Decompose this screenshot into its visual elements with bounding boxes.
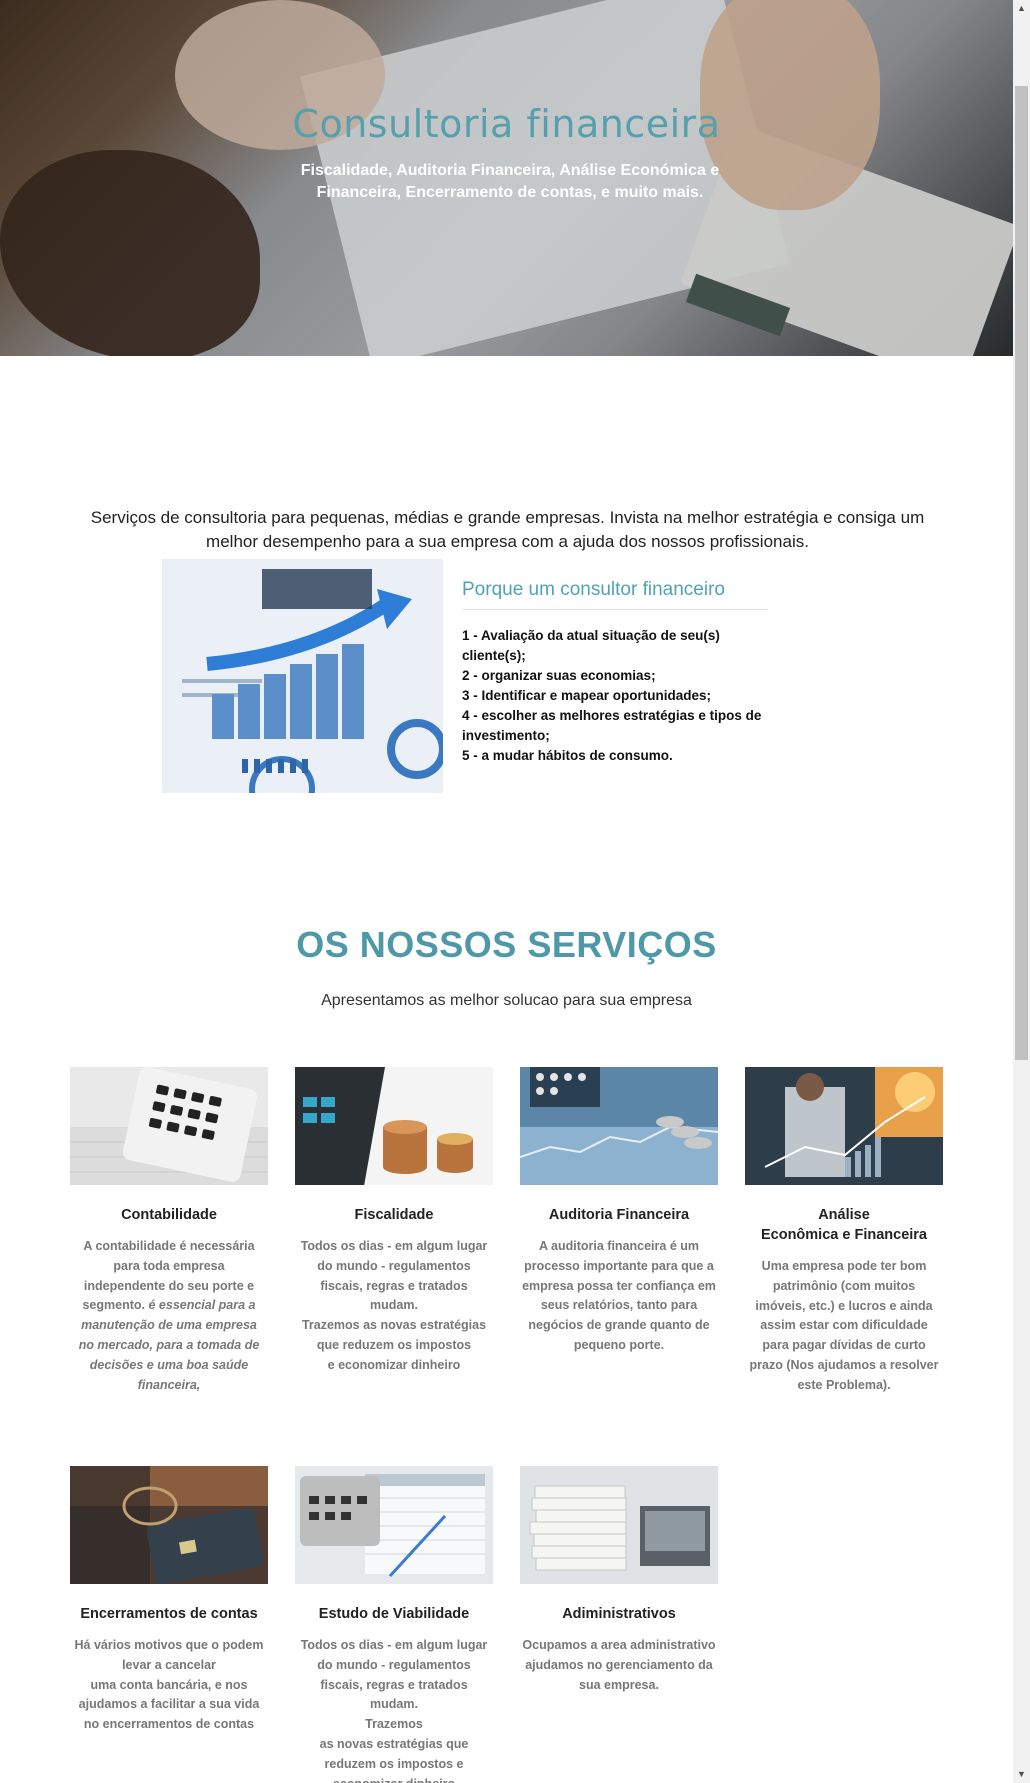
service-description: A contabilidade é necessária para toda e… bbox=[70, 1237, 268, 1395]
service-image-report bbox=[295, 1466, 493, 1584]
why-item: 4 - escolher as melhores estratégias e t… bbox=[462, 708, 762, 743]
service-card-analise: Análise Econômica e Financeira Uma empre… bbox=[745, 1067, 943, 1396]
service-title: Auditoria Financeira bbox=[548, 1207, 690, 1223]
service-card-fiscalidade: Fiscalidade Todos os dias - em algum lug… bbox=[295, 1067, 493, 1376]
service-image-calculator bbox=[70, 1067, 268, 1185]
service-title: Encerramentos de contas bbox=[80, 1606, 258, 1622]
service-card-estudo-viabilidade: Estudo de Viabilidade Todos os dias - em… bbox=[295, 1466, 493, 1783]
service-title: Adiministrativos bbox=[562, 1606, 676, 1622]
service-description: Todos os dias - em algum lugar do mundo … bbox=[300, 1239, 488, 1372]
services-subtitle: Apresentamos as melhor solucao para sua … bbox=[321, 992, 692, 1009]
why-list: 1 - Avaliação da atual situação de seu(s… bbox=[462, 626, 782, 766]
why-item: 5 - a mudar hábitos de consumo. bbox=[462, 748, 673, 763]
scroll-down-icon[interactable]: ▼ bbox=[1013, 1766, 1030, 1783]
service-image-credit-card bbox=[70, 1466, 268, 1584]
scrollbar-thumb[interactable] bbox=[1015, 86, 1028, 1060]
service-title: Fiscalidade bbox=[354, 1207, 434, 1223]
service-image-coins bbox=[295, 1067, 493, 1185]
hero-banner: Consultoria financeira Fiscalidade, Audi… bbox=[0, 0, 1013, 356]
hero-subtitle: Fiscalidade, Auditoria Financeira, Análi… bbox=[300, 162, 720, 201]
service-title: Análise Econômica e Financeira bbox=[760, 1207, 927, 1243]
why-item: 3 - Identificar e mapear oportunidades; bbox=[462, 688, 712, 703]
service-description: Todos os dias - em algum lugar do mundo … bbox=[300, 1638, 488, 1783]
divider bbox=[462, 609, 768, 610]
service-description: Ocupamos a area administrativo ajudamos … bbox=[522, 1638, 716, 1692]
service-description: Há vários motivos que o podem levar a ca… bbox=[74, 1638, 264, 1732]
page: Consultoria financeira Fiscalidade, Audi… bbox=[0, 0, 1013, 1783]
service-image-analyst bbox=[745, 1067, 943, 1185]
scroll-up-icon[interactable]: ▲ bbox=[1013, 0, 1030, 17]
service-description: Uma empresa pode ter bom patrimônio (com… bbox=[749, 1259, 939, 1392]
intro-text: Serviços de consultoria para pequenas, m… bbox=[90, 508, 925, 551]
feature-image-growth-chart bbox=[162, 559, 443, 793]
service-card-contabilidade: Contabilidade A contabilidade é necessár… bbox=[70, 1067, 268, 1395]
why-item: 2 - organizar suas economias; bbox=[462, 668, 656, 683]
service-title: Estudo de Viabilidade bbox=[318, 1606, 470, 1622]
hero-title: Consultoria financeira bbox=[292, 102, 721, 146]
services-title: OS NOSSOS SERVIÇOS bbox=[296, 924, 717, 965]
service-card-administrativos: Adiministrativos Ocupamos a area adminis… bbox=[520, 1466, 718, 1695]
service-image-files bbox=[520, 1466, 718, 1584]
service-description: A auditoria financeira é um processo imp… bbox=[522, 1239, 716, 1352]
scrollbar[interactable]: ▲ ▼ bbox=[1013, 0, 1030, 1783]
why-item: 1 - Avaliação da atual situação de seu(s… bbox=[462, 628, 720, 663]
why-title: Porque um consultor financeiro bbox=[462, 579, 725, 600]
service-card-encerramentos: Encerramentos de contas Há vários motivo… bbox=[70, 1466, 268, 1735]
service-image-financial-chart bbox=[520, 1067, 718, 1185]
service-title: Contabilidade bbox=[121, 1207, 217, 1223]
service-card-auditoria: Auditoria Financeira A auditoria finance… bbox=[520, 1067, 718, 1356]
